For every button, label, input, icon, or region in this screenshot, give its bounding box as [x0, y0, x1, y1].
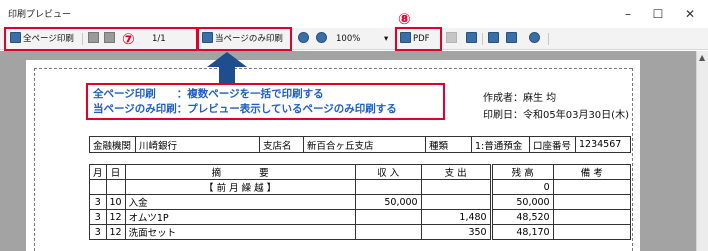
margin-guide — [34, 68, 35, 251]
cell-expense: 350 — [420, 224, 492, 240]
cell-balance: 50,000 — [489, 194, 554, 210]
bank-info-table: 金融機関 川崎銀行 支店名 新百合ヶ丘支店 種類 1:普通預金 口座番号 123… — [89, 136, 631, 153]
table-row: 3 10 入金 50,000 50,000 — [89, 194, 632, 210]
annotation-note: 全ページ印刷 ：複数ページを一括で印刷する 当ページのみ印刷：プレビュー表示して… — [86, 83, 445, 120]
zoom-level[interactable]: 100% — [336, 31, 360, 47]
cell-remarks — [552, 194, 632, 210]
highlight-box-print-current — [197, 27, 292, 51]
cell-balance: 48,170 — [489, 224, 554, 240]
toolbar-separator — [548, 33, 549, 45]
ledger-table: 月 日 摘 要 収 入 支 出 残 高 備 考 【 前 月 繰 越 】 0 3 … — [89, 164, 632, 240]
close-button[interactable]: ✕ — [678, 5, 702, 23]
zoom-dropdown[interactable]: ▾ — [384, 31, 388, 47]
cell-description: 【 前 月 繰 越 】 — [124, 179, 356, 195]
branch-label: 支店名 — [259, 136, 304, 153]
branch-value: 新百合ヶ丘支店 — [303, 136, 426, 153]
callout-number-8: ⑧ — [398, 10, 411, 28]
page-setup-icon — [529, 32, 540, 43]
cell-balance: 48,520 — [489, 209, 554, 225]
cell-expense — [420, 179, 492, 195]
binoculars-icon — [466, 32, 477, 43]
ledger-header-row: 月 日 摘 要 収 入 支 出 残 高 備 考 — [89, 164, 632, 180]
minimize-button[interactable]: – — [616, 5, 640, 23]
cell-income: 50,000 — [354, 194, 422, 210]
cell-income — [354, 179, 422, 195]
cell-month: 3 — [89, 209, 107, 225]
print-preview-window: 印刷プレビュー – ☐ ✕ 全ページ印刷 1/1 当ページのみ印刷 100% ▾… — [0, 0, 708, 251]
page-setup-button[interactable] — [529, 31, 542, 47]
cell-description: 洗面セット — [124, 224, 356, 240]
margin-guide — [632, 68, 633, 251]
margin-guide — [34, 68, 632, 69]
scroll-up-icon[interactable]: ▲ — [699, 53, 705, 62]
note-line-print-all: 全ページ印刷 ：複数ページを一括で印刷する — [93, 88, 324, 100]
cell-description: オムツ1P — [124, 209, 356, 225]
cell-remarks — [552, 224, 632, 240]
col-income: 収 入 — [354, 164, 422, 180]
up-arrow-icon — [207, 52, 247, 67]
cell-month — [89, 179, 107, 195]
cell-description: 入金 — [124, 194, 356, 210]
multi-page-icon — [506, 32, 517, 43]
copy-button[interactable] — [446, 31, 459, 47]
zoom-out-button[interactable] — [316, 31, 329, 47]
cell-income — [354, 224, 422, 240]
title-bar: 印刷プレビュー – ☐ ✕ — [0, 0, 708, 28]
magnifier-zoom-out-icon — [316, 32, 327, 43]
col-day: 日 — [105, 164, 126, 180]
col-expense: 支 出 — [420, 164, 492, 180]
account-label: 口座番号 — [529, 136, 576, 153]
cell-day — [105, 179, 126, 195]
table-row: 3 12 洗面セット 350 48,170 — [89, 224, 632, 240]
single-page-button[interactable] — [488, 31, 501, 47]
note-line-print-current: 当ページのみ印刷：プレビュー表示しているページのみ印刷する — [93, 103, 397, 115]
highlight-box-8 — [395, 27, 442, 51]
window-title: 印刷プレビュー — [8, 10, 72, 20]
cell-expense — [420, 194, 492, 210]
report-print-date: 印刷日：令和05年03月30日(木) — [483, 110, 629, 121]
table-row: 3 12 オムツ1P 1,480 48,520 — [89, 209, 632, 225]
cell-balance: 0 — [489, 179, 554, 195]
copy-icon — [446, 32, 457, 43]
up-arrow-stem — [219, 66, 235, 83]
cell-expense: 1,480 — [420, 209, 492, 225]
maximize-button[interactable]: ☐ — [646, 5, 670, 23]
col-balance: 残 高 — [489, 164, 554, 180]
cell-day: 12 — [105, 224, 126, 240]
cell-day: 10 — [105, 194, 126, 210]
type-value: 1:普通預金 — [471, 136, 530, 153]
cell-day: 12 — [105, 209, 126, 225]
table-row: 【 前 月 繰 越 】 0 — [89, 179, 632, 195]
col-remarks: 備 考 — [552, 164, 632, 180]
bank-value: 川崎銀行 — [135, 136, 260, 153]
cell-remarks — [552, 179, 632, 195]
callout-number-7: ⑦ — [122, 30, 135, 48]
account-value: 1234567 — [575, 136, 631, 153]
cell-month: 3 — [89, 194, 107, 210]
report-author: 作成者：麻生 均 — [483, 93, 557, 104]
type-label: 種類 — [425, 136, 472, 153]
find-button[interactable] — [466, 31, 479, 47]
col-month: 月 — [89, 164, 107, 180]
vertical-scrollbar[interactable]: ▲ — [696, 51, 708, 251]
toolbar-separator — [482, 33, 483, 45]
cell-month: 3 — [89, 224, 107, 240]
magnifier-zoom-in-icon — [298, 32, 309, 43]
cell-remarks — [552, 209, 632, 225]
col-description: 摘 要 — [124, 164, 356, 180]
bank-label: 金融機関 — [89, 136, 136, 153]
multi-page-button[interactable] — [506, 31, 519, 47]
highlight-box-7 — [4, 27, 198, 51]
single-page-icon — [488, 32, 499, 43]
zoom-in-button[interactable] — [298, 31, 311, 47]
cell-income — [354, 209, 422, 225]
